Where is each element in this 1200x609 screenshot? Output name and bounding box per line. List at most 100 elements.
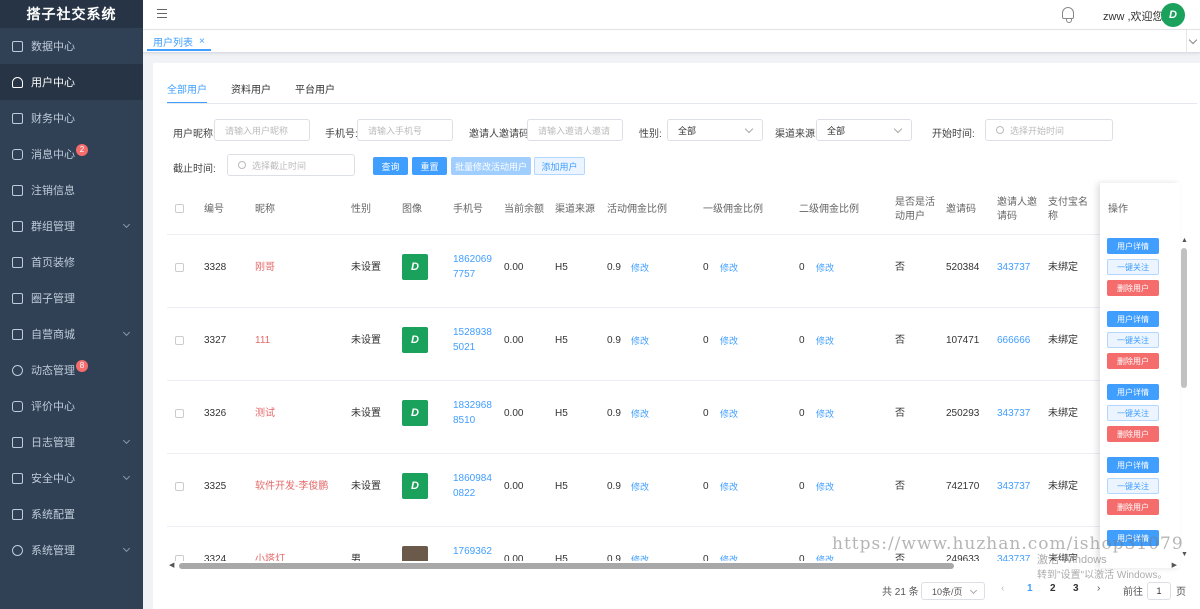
top-bar: zww ,欢迎您 D: [143, 0, 1200, 30]
cell-is-activity: 否: [895, 408, 905, 419]
watermark-url: https://www.huzhan.com/ishop31079: [832, 534, 1184, 554]
modify-level2-link[interactable]: 修改: [816, 480, 834, 494]
sidebar-item-data-center[interactable]: 数据中心: [0, 28, 143, 64]
cell-activity-ratio: 0.9: [607, 262, 621, 273]
sidebar-item-security-center[interactable]: 安全中心: [0, 460, 143, 496]
channel-select[interactable]: 全部: [816, 119, 912, 141]
row-checkbox[interactable]: [175, 336, 184, 345]
modify-activity-link[interactable]: 修改: [631, 334, 649, 348]
cell-inviter-code[interactable]: 343737: [997, 553, 1030, 561]
row-checkbox[interactable]: [175, 409, 184, 418]
tab-all-users[interactable]: 全部用户: [167, 81, 207, 104]
scroll-left-icon[interactable]: ◀: [169, 561, 174, 569]
modify-level1-link[interactable]: 修改: [720, 553, 738, 561]
header-level1-ratio: 一级佣金比例: [703, 204, 763, 215]
reset-button[interactable]: 重置: [412, 157, 447, 175]
modify-level1-link[interactable]: 修改: [720, 407, 738, 421]
cell-inviter-code[interactable]: 343737: [997, 480, 1030, 494]
tab-user-list[interactable]: 用户列表 ×: [147, 33, 211, 51]
sidebar-item-dynamic-management[interactable]: 动态管理 8: [0, 352, 143, 388]
sidebar-item-message-center[interactable]: 消息中心 2: [0, 136, 143, 172]
sidebar-item-system-management[interactable]: 系统管理: [0, 532, 143, 568]
sidebar-item-self-mall[interactable]: 自营商城: [0, 316, 143, 352]
scroll-right-icon[interactable]: ▶: [1172, 561, 1177, 569]
page-2[interactable]: 2: [1050, 583, 1056, 594]
sidebar-item-system-config[interactable]: 系统配置: [0, 496, 143, 532]
batch-edit-button[interactable]: 批量修改活动用户: [451, 157, 531, 175]
modify-level2-link[interactable]: 修改: [816, 407, 834, 421]
modify-level1-link[interactable]: 修改: [720, 334, 738, 348]
sidebar-item-home-decoration[interactable]: 首页装修: [0, 244, 143, 280]
sidebar-item-finance-center[interactable]: 财务中心: [0, 100, 143, 136]
modify-activity-link[interactable]: 修改: [631, 553, 649, 561]
modify-level2-link[interactable]: 修改: [816, 553, 834, 561]
phone-label: 手机号:: [325, 129, 358, 140]
chevron-down-icon[interactable]: [1186, 30, 1200, 53]
header-level2-ratio: 二级佣金比例: [799, 204, 859, 215]
start-time-picker[interactable]: 选择开始时间: [985, 119, 1113, 141]
nickname-input[interactable]: 请输入用户昵称: [214, 119, 310, 141]
sidebar-item-deregistration[interactable]: 注销信息: [0, 172, 143, 208]
delete-user-button[interactable]: 删除用户: [1107, 499, 1159, 515]
modify-level2-link[interactable]: 修改: [816, 261, 834, 275]
modify-level1-link[interactable]: 修改: [720, 480, 738, 494]
follow-button[interactable]: 一键关注: [1107, 405, 1159, 421]
horizontal-scrollbar[interactable]: ◀ ▶: [167, 561, 1177, 571]
bell-icon[interactable]: [1062, 7, 1074, 23]
delete-user-button[interactable]: 删除用户: [1107, 353, 1159, 369]
page-size-select[interactable]: 10条/页: [921, 582, 985, 600]
user-detail-button[interactable]: 用户详情: [1107, 384, 1159, 400]
scroll-up-icon[interactable]: ▲: [1181, 237, 1188, 244]
prev-page-icon[interactable]: ‹: [1001, 583, 1004, 594]
add-user-button[interactable]: 添加用户: [534, 157, 585, 175]
cell-id: 3324: [204, 554, 227, 561]
hamburger-icon[interactable]: [157, 9, 167, 18]
cell-balance: 0.00: [504, 481, 524, 492]
modify-activity-link[interactable]: 修改: [631, 480, 649, 494]
user-detail-button[interactable]: 用户详情: [1107, 238, 1159, 254]
document-icon: [12, 184, 23, 196]
gender-select[interactable]: 全部: [667, 119, 763, 141]
close-icon[interactable]: ×: [199, 36, 205, 47]
modify-activity-link[interactable]: 修改: [631, 261, 649, 275]
page-3[interactable]: 3: [1073, 583, 1079, 594]
invite-code-input[interactable]: 请输入邀请人邀请: [527, 119, 623, 141]
row-checkbox[interactable]: [175, 263, 184, 272]
query-button[interactable]: 查询: [373, 157, 408, 175]
sidebar-item-review-center[interactable]: 评价中心: [0, 388, 143, 424]
scroll-thumb[interactable]: [1181, 248, 1187, 388]
end-time-picker[interactable]: 选择截止时间: [227, 154, 355, 176]
divider: [167, 103, 1197, 104]
phone-input[interactable]: 请输入手机号: [357, 119, 453, 141]
sidebar-item-user-center[interactable]: 用户中心: [0, 64, 143, 100]
avatar[interactable]: D: [1161, 3, 1185, 27]
modify-level1-link[interactable]: 修改: [720, 261, 738, 275]
follow-button[interactable]: 一键关注: [1107, 259, 1159, 275]
cell-inviter-code[interactable]: 666666: [997, 334, 1030, 348]
user-detail-button[interactable]: 用户详情: [1107, 457, 1159, 473]
follow-button[interactable]: 一键关注: [1107, 478, 1159, 494]
next-page-icon[interactable]: ›: [1097, 583, 1100, 594]
page-1[interactable]: 1: [1027, 583, 1033, 594]
scroll-thumb[interactable]: [179, 563, 954, 569]
user-detail-button[interactable]: 用户详情: [1107, 311, 1159, 327]
vertical-scrollbar[interactable]: ▲ ▼: [1180, 237, 1188, 571]
modify-activity-link[interactable]: 修改: [631, 407, 649, 421]
table-row: 3328 刚哥 未设置 D 1862069 7757 0.00 H5 0.9 修…: [167, 235, 1101, 308]
goto-page-input[interactable]: 1: [1147, 582, 1171, 600]
delete-user-button[interactable]: 删除用户: [1107, 426, 1159, 442]
cell-inviter-code[interactable]: 343737: [997, 261, 1030, 275]
select-all-checkbox[interactable]: [175, 204, 184, 213]
cell-inviter-code[interactable]: 343737: [997, 407, 1030, 421]
tab-platform-users[interactable]: 平台用户: [295, 81, 335, 104]
sidebar-item-log-management[interactable]: 日志管理: [0, 424, 143, 460]
sidebar-item-group-management[interactable]: 群组管理: [0, 208, 143, 244]
sidebar-item-circle-management[interactable]: 圈子管理: [0, 280, 143, 316]
cell-gender: 男: [351, 554, 361, 561]
tab-profile-users[interactable]: 资料用户: [231, 81, 271, 104]
follow-button[interactable]: 一键关注: [1107, 332, 1159, 348]
modify-level2-link[interactable]: 修改: [816, 334, 834, 348]
cell-activity-ratio: 0.9: [607, 481, 621, 492]
delete-user-button[interactable]: 删除用户: [1107, 280, 1159, 296]
row-checkbox[interactable]: [175, 482, 184, 491]
